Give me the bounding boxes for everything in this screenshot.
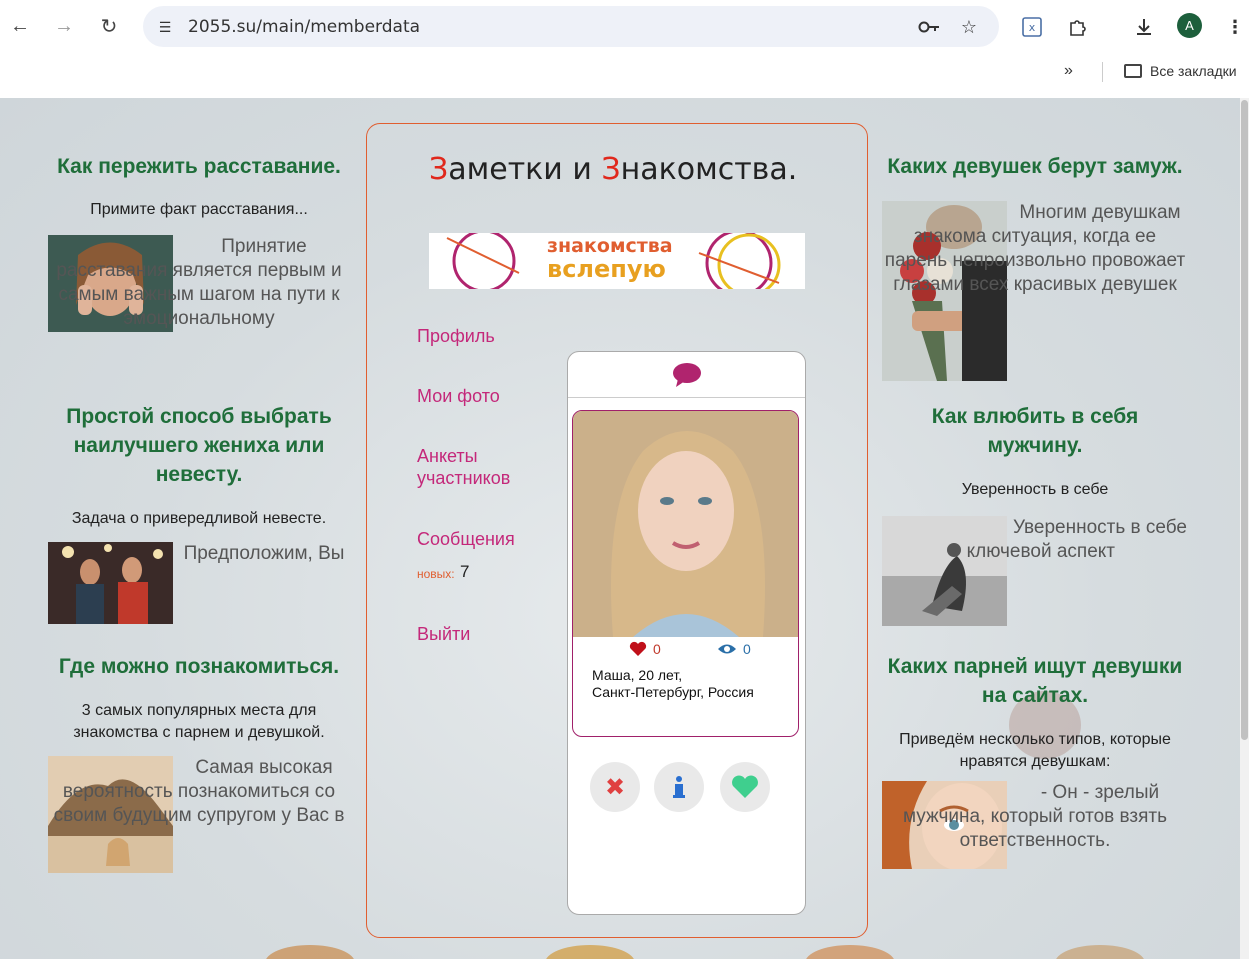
article-title[interactable]: Как влюбить в себя мужчину. [882, 402, 1188, 460]
bookmarks-bar: » Все закладки [0, 56, 1249, 90]
phone-header [568, 352, 805, 398]
title-text: накомства. [620, 152, 798, 187]
eye-icon [718, 644, 736, 654]
profile-photo[interactable] [573, 411, 799, 637]
all-bookmarks-button[interactable]: Все закладки [1124, 63, 1237, 79]
article-title[interactable]: Где можно познакомиться. [48, 652, 350, 681]
article-text: - Он - зрелый мужчина, который готов взя… [902, 782, 1168, 851]
heart-icon [629, 641, 647, 656]
article-lead: Уверенность в себе [961, 481, 1109, 498]
article-lead: 3 самых популярных места для знакомства … [73, 702, 325, 741]
page-content: Как пережить расставание. Примите факт р… [0, 98, 1249, 959]
article-body: Принятие расставания является первым и с… [48, 235, 350, 375]
menu-item-logout[interactable]: Выйти [417, 624, 470, 645]
banner-text-2: вслепую [547, 255, 666, 283]
menu-item-photos[interactable]: Мои фото [417, 386, 500, 407]
article-body: Уверенность в себе - ключевой аспект [882, 516, 1188, 626]
key-icon[interactable] [917, 15, 941, 39]
profile-card[interactable]: 0 0 Маша, 20 лет, Санкт-Петербург, Росси… [572, 410, 799, 737]
info-icon [673, 776, 685, 798]
article-text: Предположим, Вы [183, 543, 345, 564]
like-button[interactable] [720, 762, 770, 812]
title-text: аметки и [448, 152, 602, 187]
address-bar[interactable]: ☰ 2055.su/main/memberdata ☆ [143, 6, 999, 47]
new-messages-count: 7 [460, 562, 470, 581]
left-article-2: Простой способ выбрать наилучшего жениха… [48, 402, 350, 626]
left-article-3: Где можно познакомиться. 3 самых популяр… [48, 652, 350, 876]
dislike-button[interactable]: ✖ [590, 762, 640, 812]
bookmarks-divider [1102, 62, 1103, 82]
menu-item-members[interactable]: Анкеты участников [417, 445, 517, 489]
views-stat: 0 [717, 641, 751, 657]
article-body: - Он - зрелый мужчина, который готов взя… [882, 781, 1188, 876]
likes-stat: 0 [629, 641, 661, 657]
back-arrow-icon[interactable]: ← [4, 10, 36, 42]
chat-bubble-icon[interactable] [672, 362, 702, 388]
star-icon[interactable]: ☆ [957, 15, 981, 39]
article-body: Многим девушкам знакома ситуация, когда … [882, 201, 1188, 381]
info-button[interactable] [654, 762, 704, 812]
url-text[interactable]: 2055.su/main/memberdata [188, 17, 420, 37]
article-text: Принятие расставания является первым и с… [56, 236, 342, 329]
profile-viewer: 0 0 Маша, 20 лет, Санкт-Петербург, Росси… [567, 351, 806, 915]
download-icon[interactable] [1129, 12, 1159, 42]
main-panel: Заметки и Знакомства. знакомства вслепую… [366, 123, 868, 938]
profile-location: Санкт-Петербург, Россия [592, 684, 754, 700]
article-text: Уверенность в себе - ключевой аспект [954, 517, 1187, 562]
profile-info: Маша, 20 лет, Санкт-Петербург, Россия [592, 667, 754, 701]
article-text: Самая высокая вероятность познакомиться … [53, 757, 345, 826]
article-title[interactable]: Каких парней ищут девушки на сайтах. [882, 652, 1188, 710]
article-lead: Задача о привередливой невесте. [71, 510, 327, 527]
new-messages-label: новых: [417, 567, 455, 581]
title-letter: З [429, 152, 449, 187]
scrollbar-thumb[interactable] [1241, 100, 1248, 740]
article-lead: Приведём несколько типов, которые нравят… [899, 731, 1171, 770]
article-body: Предположим, Вы [48, 542, 350, 626]
reload-icon[interactable]: ↻ [93, 10, 125, 42]
avatar[interactable]: A [1177, 13, 1202, 38]
profile-name-age: Маша, 20 лет, [592, 667, 683, 683]
article-lead: Примите факт расставания... [90, 201, 308, 218]
menu-dots-icon[interactable]: ⋮ [1220, 12, 1249, 42]
article-text: Многим девушкам знакома ситуация, когда … [884, 202, 1186, 295]
right-article-3: Каких парней ищут девушки на сайтах. При… [882, 652, 1188, 876]
puzzle-icon[interactable] [1063, 12, 1093, 42]
article-body: Самая высокая вероятность познакомиться … [48, 756, 350, 876]
menu-item-profile[interactable]: Профиль [417, 326, 495, 347]
banner-image[interactable]: знакомства вслепую [429, 233, 805, 289]
likes-count: 0 [653, 641, 661, 657]
browser-chrome: ← → ↻ ☰ 2055.su/main/memberdata ☆ x A ⋮ … [0, 0, 1249, 98]
site-title[interactable]: Заметки и Знакомства. [367, 152, 867, 187]
cross-icon: ✖ [604, 773, 626, 801]
heart-icon [732, 775, 758, 798]
all-bookmarks-label: Все закладки [1150, 63, 1237, 79]
right-article-2: Как влюбить в себя мужчину. Уверенность … [882, 402, 1188, 626]
bookmarks-more-icon[interactable]: » [1064, 62, 1073, 80]
article-title[interactable]: Каких девушек берут замуж. [882, 152, 1188, 181]
menu-item-messages[interactable]: Сообщения [417, 529, 515, 550]
left-article-1: Как пережить расставание. Примите факт р… [48, 152, 350, 375]
site-info-icon[interactable]: ☰ [153, 15, 177, 39]
profile-stats: 0 0 [573, 637, 798, 663]
banner-text-1: знакомства [547, 235, 673, 257]
article-title[interactable]: Как пережить расставание. [48, 152, 350, 181]
folder-icon [1124, 64, 1142, 78]
forward-arrow-icon[interactable]: → [48, 10, 80, 42]
views-count: 0 [743, 641, 751, 657]
title-letter: З [601, 152, 621, 187]
article-title[interactable]: Простой способ выбрать наилучшего жениха… [48, 402, 350, 489]
right-article-1: Каких девушек берут замуж. Многим девушк… [882, 152, 1188, 381]
scrollbar[interactable] [1240, 98, 1249, 959]
extension-icon[interactable]: x [1017, 12, 1047, 42]
svg-text:x: x [1029, 21, 1036, 34]
